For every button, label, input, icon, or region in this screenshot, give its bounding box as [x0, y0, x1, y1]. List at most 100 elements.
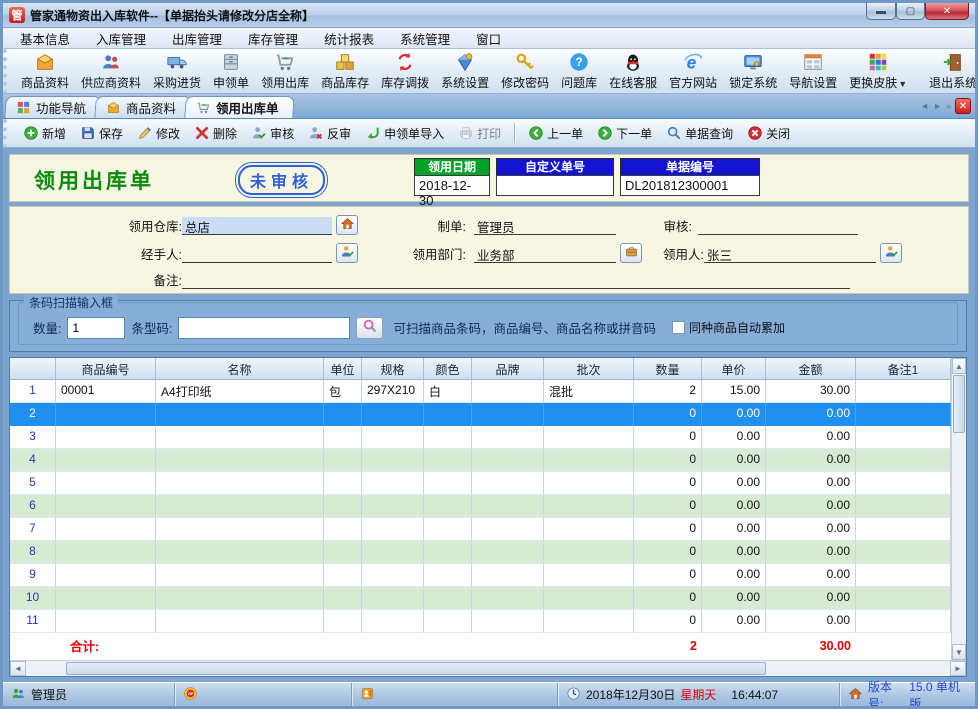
table-cell[interactable]	[324, 426, 362, 449]
table-cell[interactable]	[424, 564, 472, 587]
row-number-cell[interactable]: 8	[10, 541, 56, 564]
table-cell[interactable]: 0	[634, 472, 702, 495]
table-cell[interactable]	[362, 472, 424, 495]
table-cell[interactable]	[324, 610, 362, 633]
table-cell[interactable]	[56, 541, 156, 564]
table-cell[interactable]	[472, 587, 544, 610]
warehouse-field[interactable]: 总店	[182, 217, 332, 235]
horizontal-scrollbar[interactable]: ◄ ►	[10, 660, 966, 676]
handler-field[interactable]	[182, 245, 332, 263]
grid-header-cell[interactable]: 商品编号	[56, 358, 156, 379]
grid-header-cell[interactable]	[10, 358, 56, 379]
row-number-cell[interactable]: 7	[10, 518, 56, 541]
table-cell[interactable]	[856, 403, 951, 426]
table-cell[interactable]	[424, 495, 472, 518]
tab-list-icon[interactable]: »	[946, 101, 951, 111]
table-row[interactable]: 800.000.00	[10, 541, 951, 564]
table-cell[interactable]	[472, 518, 544, 541]
table-row[interactable]: 1100.000.00	[10, 610, 951, 633]
form-toolbar-button-closec[interactable]: 关闭	[741, 122, 796, 145]
table-cell[interactable]	[156, 587, 324, 610]
table-cell[interactable]	[472, 541, 544, 564]
vertical-scrollbar[interactable]: ▲ ▼	[951, 358, 966, 660]
grid-header-cell[interactable]: 名称	[156, 358, 324, 379]
row-number-cell[interactable]: 1	[10, 380, 56, 403]
table-cell[interactable]	[56, 426, 156, 449]
barcode-input[interactable]	[178, 317, 350, 339]
table-cell[interactable]	[362, 610, 424, 633]
custom-no-field[interactable]	[496, 175, 614, 196]
menu-item-6[interactable]: 窗口	[463, 27, 514, 50]
grid-header-cell[interactable]: 品牌	[472, 358, 544, 379]
table-cell[interactable]	[56, 518, 156, 541]
form-toolbar-button-prev[interactable]: 上一单	[522, 122, 589, 145]
table-cell[interactable]	[544, 587, 634, 610]
table-cell[interactable]	[362, 587, 424, 610]
table-cell[interactable]	[362, 449, 424, 472]
recipient-picker-button[interactable]	[880, 243, 902, 263]
toolbar-button-skin[interactable]: 更换皮肤▼	[843, 51, 913, 91]
table-cell[interactable]	[424, 541, 472, 564]
table-cell[interactable]	[472, 449, 544, 472]
table-cell[interactable]: 0	[634, 495, 702, 518]
scroll-up-icon[interactable]: ▲	[952, 358, 966, 374]
table-row[interactable]: 200.000.00	[10, 403, 951, 426]
toolbar-button-lock[interactable]: 锁定系统	[723, 51, 783, 91]
table-cell[interactable]	[156, 426, 324, 449]
form-toolbar-button-search[interactable]: 单据查询	[660, 122, 739, 145]
table-cell[interactable]: 混批	[544, 380, 634, 403]
table-cell[interactable]	[156, 495, 324, 518]
menu-item-5[interactable]: 系统管理	[387, 27, 463, 50]
table-cell[interactable]	[362, 403, 424, 426]
table-cell[interactable]	[856, 449, 951, 472]
table-cell[interactable]	[472, 495, 544, 518]
row-number-cell[interactable]: 3	[10, 426, 56, 449]
table-cell[interactable]	[856, 541, 951, 564]
row-number-cell[interactable]: 11	[10, 610, 56, 633]
table-cell[interactable]	[362, 541, 424, 564]
table-cell[interactable]	[856, 472, 951, 495]
tab-商品资料[interactable]: 商品资料	[94, 96, 192, 118]
table-cell[interactable]	[56, 564, 156, 587]
table-cell[interactable]: 0.00	[766, 518, 856, 541]
table-row[interactable]: 900.000.00	[10, 564, 951, 587]
table-cell[interactable]	[424, 587, 472, 610]
recipient-field[interactable]: 张三	[704, 245, 876, 263]
table-cell[interactable]	[544, 495, 634, 518]
table-cell[interactable]: 0	[634, 541, 702, 564]
form-toolbar-button-save[interactable]: 保存	[74, 122, 129, 145]
table-cell[interactable]	[324, 472, 362, 495]
table-cell[interactable]: 0.00	[702, 426, 766, 449]
menu-item-2[interactable]: 出库管理	[159, 27, 235, 50]
table-cell[interactable]: 0.00	[702, 403, 766, 426]
minimize-button[interactable]: ▬	[866, 3, 896, 20]
tab-功能导航[interactable]: 功能导航	[4, 96, 102, 118]
table-cell[interactable]: 0.00	[766, 449, 856, 472]
grid-header-cell[interactable]: 批次	[544, 358, 634, 379]
table-cell[interactable]	[424, 449, 472, 472]
table-cell[interactable]	[362, 518, 424, 541]
table-cell[interactable]	[472, 380, 544, 403]
table-cell[interactable]: 15.00	[702, 380, 766, 403]
tab-scroll-right-icon[interactable]: ►	[933, 101, 942, 111]
table-cell[interactable]	[362, 564, 424, 587]
form-toolbar-button-next[interactable]: 下一单	[591, 122, 658, 145]
table-cell[interactable]	[544, 541, 634, 564]
scroll-left-icon[interactable]: ◄	[10, 661, 26, 676]
row-number-cell[interactable]: 6	[10, 495, 56, 518]
table-cell[interactable]	[56, 587, 156, 610]
table-cell[interactable]: 0.00	[766, 426, 856, 449]
table-cell[interactable]: 0.00	[702, 449, 766, 472]
toolbar-button-request[interactable]: 申领单	[207, 51, 255, 91]
table-cell[interactable]: 包	[324, 380, 362, 403]
qty-input[interactable]	[67, 317, 125, 339]
table-row[interactable]: 1000.000.00	[10, 587, 951, 610]
table-cell[interactable]	[324, 518, 362, 541]
table-cell[interactable]	[424, 403, 472, 426]
table-cell[interactable]	[856, 610, 951, 633]
table-cell[interactable]	[472, 610, 544, 633]
doc-no-field[interactable]: DL201812300001	[620, 175, 760, 196]
table-cell[interactable]	[424, 610, 472, 633]
dept-field[interactable]: 业务部	[474, 245, 616, 263]
toolbar-button-exit[interactable]: 退出系统	[923, 51, 978, 91]
